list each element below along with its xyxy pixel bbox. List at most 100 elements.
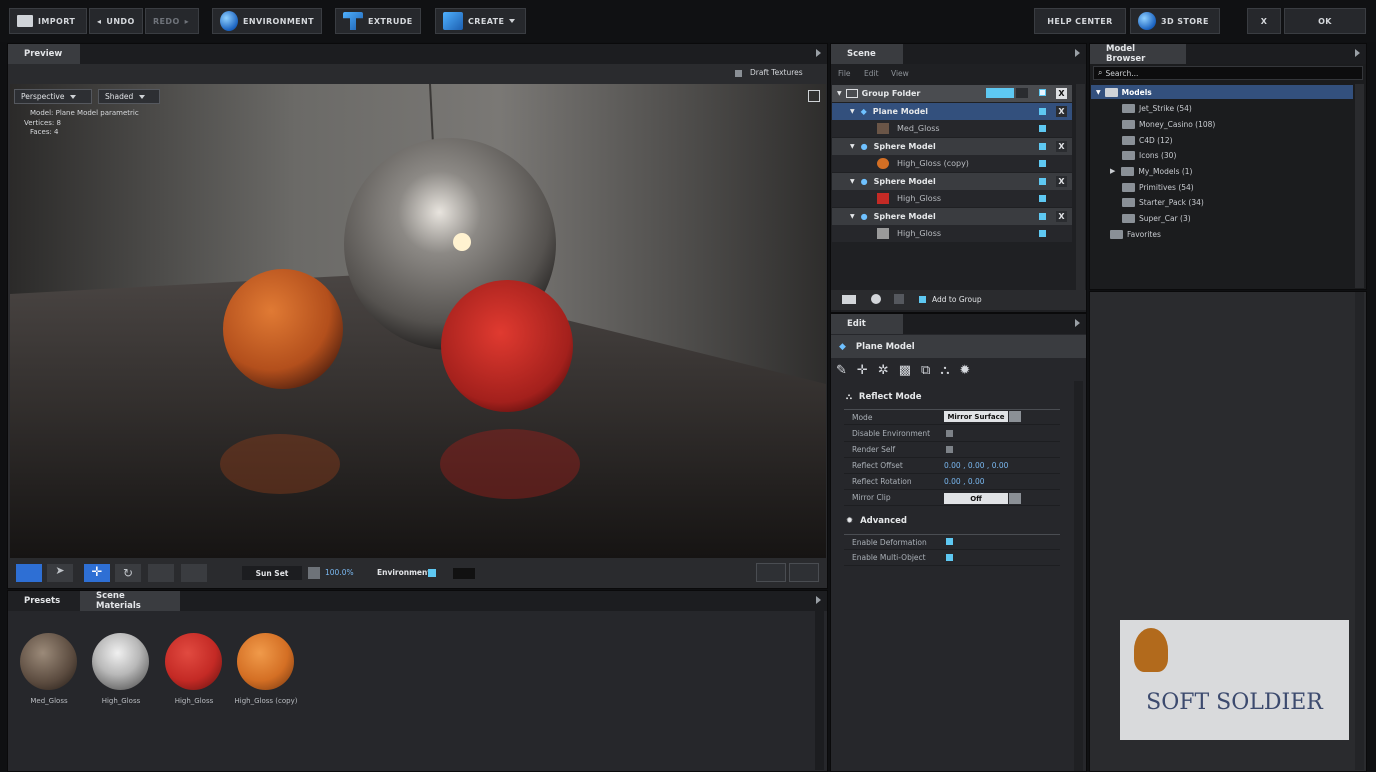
- materials-scrollbar[interactable]: [815, 610, 824, 770]
- axis-tool-icon[interactable]: [181, 564, 207, 582]
- wrench-icon[interactable]: ✎: [836, 363, 847, 378]
- group-folder-row[interactable]: ▼ Group Folder: [832, 85, 1072, 102]
- collapse-arrow-icon[interactable]: [816, 49, 821, 57]
- material-row[interactable]: Med_Gloss: [832, 120, 1072, 137]
- 3d-viewport[interactable]: Perspective Shaded Model: Plane Model pa…: [10, 84, 826, 558]
- material-swatch[interactable]: [20, 633, 77, 690]
- material-swatch[interactable]: [165, 633, 222, 690]
- material-swatch[interactable]: [92, 633, 149, 690]
- mirror-clip-dropdown-button[interactable]: [1009, 493, 1021, 504]
- add-to-group-checkbox[interactable]: [919, 296, 926, 303]
- tab-presets[interactable]: Presets: [8, 591, 80, 611]
- browser-folder[interactable]: Super_Car (3): [1122, 211, 1191, 225]
- collapse-arrow-icon[interactable]: [1075, 319, 1080, 327]
- camera-tool-icon[interactable]: [16, 564, 42, 582]
- settings-gear-icon[interactable]: ✹: [959, 363, 970, 378]
- material-row[interactable]: High_Gloss (copy): [832, 155, 1072, 172]
- maximize-icon[interactable]: [808, 90, 820, 102]
- delete-button[interactable]: X: [1056, 106, 1067, 117]
- browser-folder[interactable]: ▶ My_Models (1): [1110, 164, 1192, 178]
- render-self-checkbox[interactable]: [946, 446, 953, 453]
- browser-scrollbar[interactable]: [1355, 84, 1364, 288]
- lighting-preset-dropdown[interactable]: Sun Set: [242, 566, 302, 580]
- collapse-arrow-icon[interactable]: [816, 596, 821, 604]
- mode-dropdown[interactable]: Mirror Surface: [944, 411, 1008, 422]
- expand-triangle-icon[interactable]: ▼: [850, 143, 855, 150]
- visibility-toggle[interactable]: [1039, 125, 1046, 132]
- scene-item-row[interactable]: ▼ ◆ Plane Model: [832, 103, 1072, 120]
- browser-folder[interactable]: Primitives (54): [1122, 180, 1194, 194]
- draft-textures-checkbox[interactable]: [735, 70, 742, 77]
- visibility-toggle[interactable]: [1039, 143, 1046, 150]
- material-swatch[interactable]: [237, 633, 294, 690]
- visibility-toggle[interactable]: [1039, 178, 1046, 185]
- material-row[interactable]: High_Gloss: [832, 190, 1072, 207]
- environment-checkbox[interactable]: [428, 569, 436, 577]
- browser-folder[interactable]: Jet_Strike (54): [1122, 101, 1192, 115]
- target-icon[interactable]: [756, 563, 786, 582]
- new-folder-icon[interactable]: [842, 295, 856, 304]
- reflect-icon[interactable]: ⛬: [940, 363, 949, 378]
- link-icon[interactable]: [894, 294, 904, 304]
- browser-folder[interactable]: Starter_Pack (34): [1122, 195, 1204, 209]
- group-dropdown-button[interactable]: [1016, 88, 1028, 98]
- preview-scrollbar[interactable]: [1355, 292, 1364, 770]
- checker-icon[interactable]: ▩: [899, 363, 911, 378]
- reflect-rotation-value[interactable]: 0.00 , 0.00: [944, 477, 985, 486]
- delete-button[interactable]: X: [1056, 176, 1067, 187]
- help-center-button[interactable]: HELP CENTER: [1034, 8, 1126, 34]
- scene-item-row[interactable]: ▼ ● Sphere Model: [832, 208, 1072, 225]
- disable-environment-checkbox[interactable]: [946, 430, 953, 437]
- gears-icon[interactable]: ✲: [878, 363, 889, 378]
- lighting-dropdown-button[interactable]: [308, 567, 320, 579]
- expand-triangle-icon[interactable]: ▼: [850, 178, 855, 185]
- collapse-arrow-icon[interactable]: [1075, 49, 1080, 57]
- visibility-toggle[interactable]: [1039, 160, 1046, 167]
- enable-deformation-checkbox[interactable]: [946, 538, 953, 545]
- environment-button[interactable]: ENVIRONMENT: [212, 8, 322, 34]
- ok-button[interactable]: OK: [1284, 8, 1366, 34]
- scene-item-row[interactable]: ▼ ● Sphere Model: [832, 138, 1072, 155]
- tab-model-browser[interactable]: Model Browser: [1090, 44, 1186, 64]
- screen-icon[interactable]: [789, 563, 819, 582]
- select-tool-icon[interactable]: ➤: [47, 564, 73, 582]
- mode-dropdown-button[interactable]: [1009, 411, 1021, 422]
- browser-root-models[interactable]: ▼ Models: [1091, 85, 1353, 99]
- browser-favorites[interactable]: Favorites: [1110, 227, 1161, 241]
- expand-triangle-icon[interactable]: ▼: [850, 213, 855, 220]
- create-button[interactable]: CREATE: [435, 8, 526, 34]
- camera-dropdown[interactable]: Perspective: [14, 89, 92, 104]
- edit-scrollbar[interactable]: [1074, 381, 1083, 771]
- expand-triangle-icon[interactable]: ▶: [1110, 167, 1115, 175]
- menu-edit[interactable]: Edit: [864, 69, 879, 78]
- scale-tool-icon[interactable]: [148, 564, 174, 582]
- rotate-tool-icon[interactable]: ↻: [115, 564, 141, 582]
- material-row[interactable]: High_Gloss: [832, 225, 1072, 242]
- expand-triangle-icon[interactable]: ▼: [837, 90, 842, 97]
- undo-button[interactable]: ◂ UNDO: [89, 8, 143, 34]
- redo-button[interactable]: REDO ▸: [145, 8, 199, 34]
- import-button[interactable]: IMPORT: [9, 8, 87, 34]
- visibility-toggle[interactable]: [1039, 195, 1046, 202]
- shading-dropdown[interactable]: Shaded: [98, 89, 160, 104]
- zoom-value[interactable]: 100.0%: [325, 568, 354, 577]
- extrude-button[interactable]: EXTRUDE: [335, 8, 421, 34]
- scene-item-row[interactable]: ▼ ● Sphere Model: [832, 173, 1072, 190]
- scene-scrollbar[interactable]: [1076, 84, 1085, 290]
- visibility-toggle[interactable]: [1039, 230, 1046, 237]
- collapse-arrow-icon[interactable]: [1355, 49, 1360, 57]
- tab-scene-materials[interactable]: Scene Materials: [80, 591, 180, 611]
- search-input[interactable]: ⌕ Search...: [1093, 66, 1363, 80]
- group-color-dropdown[interactable]: [986, 88, 1014, 98]
- delete-button[interactable]: X: [1056, 141, 1067, 152]
- reflect-offset-value[interactable]: 0.00 , 0.00 , 0.00: [944, 461, 1008, 470]
- menu-file[interactable]: File: [838, 69, 851, 78]
- group-delete-button[interactable]: X: [1056, 88, 1067, 99]
- tab-edit[interactable]: Edit: [831, 314, 903, 334]
- uv-icon[interactable]: ⧉: [921, 363, 930, 378]
- move-tool-icon[interactable]: ✛: [84, 564, 110, 582]
- menu-view[interactable]: View: [891, 69, 909, 78]
- visibility-toggle[interactable]: [1039, 108, 1046, 115]
- browser-folder[interactable]: Money_Casino (108): [1122, 117, 1215, 131]
- visibility-toggle[interactable]: [1039, 213, 1046, 220]
